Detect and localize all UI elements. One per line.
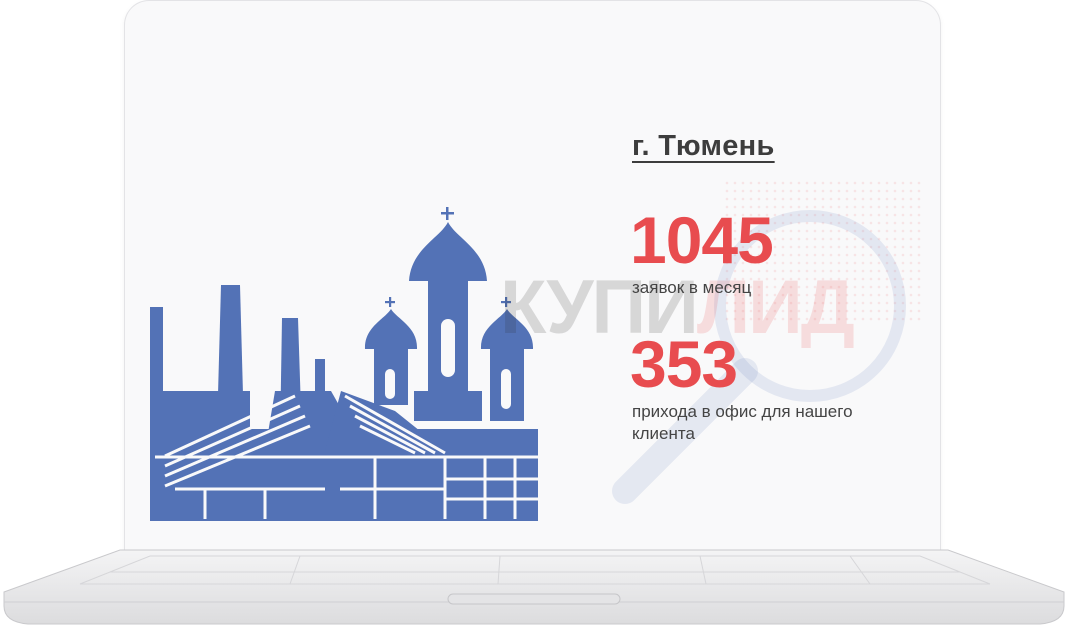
laptop-keyboard xyxy=(3,549,1065,625)
city-title: г. Тюмень xyxy=(632,130,775,162)
stat-visits-value: 353 xyxy=(630,327,738,401)
tyumen-skyline-illustration xyxy=(150,207,540,521)
stat-visits-caption: прихода в офис для нашего клиента xyxy=(632,402,853,443)
stat-requests-caption: заявок в месяц xyxy=(632,278,752,297)
stat-requests-value: 1045 xyxy=(630,203,774,277)
